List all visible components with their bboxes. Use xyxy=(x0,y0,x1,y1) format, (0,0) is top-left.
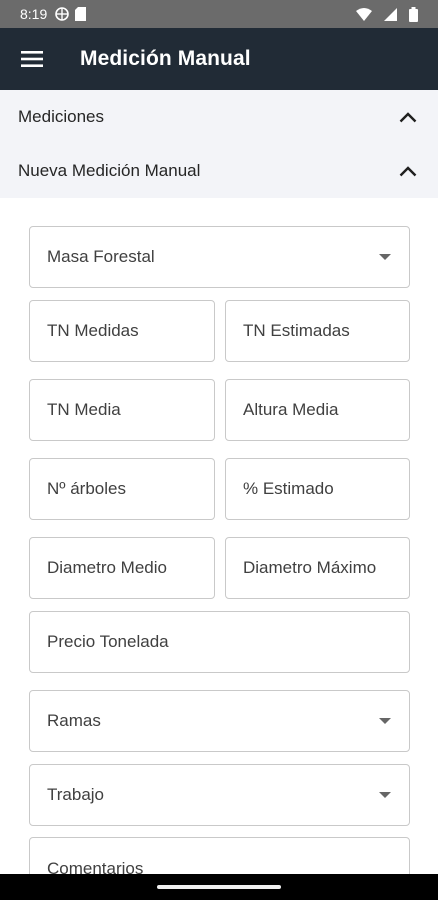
diametro-medio-field[interactable]: Diametro Medio xyxy=(29,537,215,599)
tn-medidas-field[interactable]: TN Medidas xyxy=(29,300,215,362)
gesture-handle[interactable] xyxy=(157,885,281,889)
wifi-icon xyxy=(356,7,372,21)
n-arboles-placeholder: Nº árboles xyxy=(47,479,126,498)
section-nueva-medicion-label: Nueva Medición Manual xyxy=(18,161,201,180)
trabajo-placeholder: Trabajo xyxy=(47,785,105,804)
diametro-maximo-field[interactable]: Diametro Máximo xyxy=(225,537,410,599)
app-bar: Medición Manual xyxy=(0,28,438,90)
masa-forestal-placeholder: Masa Forestal xyxy=(47,247,155,266)
sim-card-icon xyxy=(75,7,87,21)
tn-estimadas-field[interactable]: TN Estimadas xyxy=(225,300,410,362)
ramas-placeholder: Ramas xyxy=(47,711,101,730)
tn-media-field[interactable]: TN Media xyxy=(29,379,215,441)
battery-icon xyxy=(409,6,418,22)
chevron-up-icon[interactable] xyxy=(398,161,418,181)
status-time: 8:19 xyxy=(20,6,48,22)
signal-icon xyxy=(384,7,397,21)
globe-icon xyxy=(55,7,70,21)
measurement-form: Masa Forestal TN Medidas TN Estimadas TN… xyxy=(0,198,438,899)
diametro-maximo-placeholder: Diametro Máximo xyxy=(243,558,377,577)
hamburger-menu-icon[interactable] xyxy=(0,28,64,90)
dropdown-arrow-icon xyxy=(379,718,391,724)
precio-tonelada-field[interactable]: Precio Tonelada xyxy=(29,611,410,673)
pct-estimado-placeholder: % Estimado xyxy=(243,479,334,498)
section-mediciones[interactable]: Mediciones xyxy=(0,90,438,144)
pct-estimado-field[interactable]: % Estimado xyxy=(225,458,410,520)
page-title: Medición Manual xyxy=(80,47,251,70)
tn-medidas-placeholder: TN Medidas xyxy=(47,321,139,340)
status-bar: 8:19 xyxy=(0,0,438,28)
masa-forestal-dropdown[interactable]: Masa Forestal xyxy=(29,226,410,288)
trabajo-dropdown[interactable]: Trabajo xyxy=(29,764,410,826)
section-nueva-medicion[interactable]: Nueva Medición Manual xyxy=(0,144,438,198)
tn-estimadas-placeholder: TN Estimadas xyxy=(243,321,350,340)
dropdown-arrow-icon xyxy=(379,792,391,798)
system-nav-bar xyxy=(0,874,438,900)
ramas-dropdown[interactable]: Ramas xyxy=(29,690,410,752)
diametro-medio-placeholder: Diametro Medio xyxy=(47,558,167,577)
altura-media-field[interactable]: Altura Media xyxy=(225,379,410,441)
altura-media-placeholder: Altura Media xyxy=(243,400,339,419)
chevron-up-icon[interactable] xyxy=(398,107,418,127)
precio-tonelada-placeholder: Precio Tonelada xyxy=(47,632,169,651)
n-arboles-field[interactable]: Nº árboles xyxy=(29,458,215,520)
dropdown-arrow-icon xyxy=(379,254,391,260)
tn-media-placeholder: TN Media xyxy=(47,400,121,419)
section-mediciones-label: Mediciones xyxy=(18,107,104,126)
